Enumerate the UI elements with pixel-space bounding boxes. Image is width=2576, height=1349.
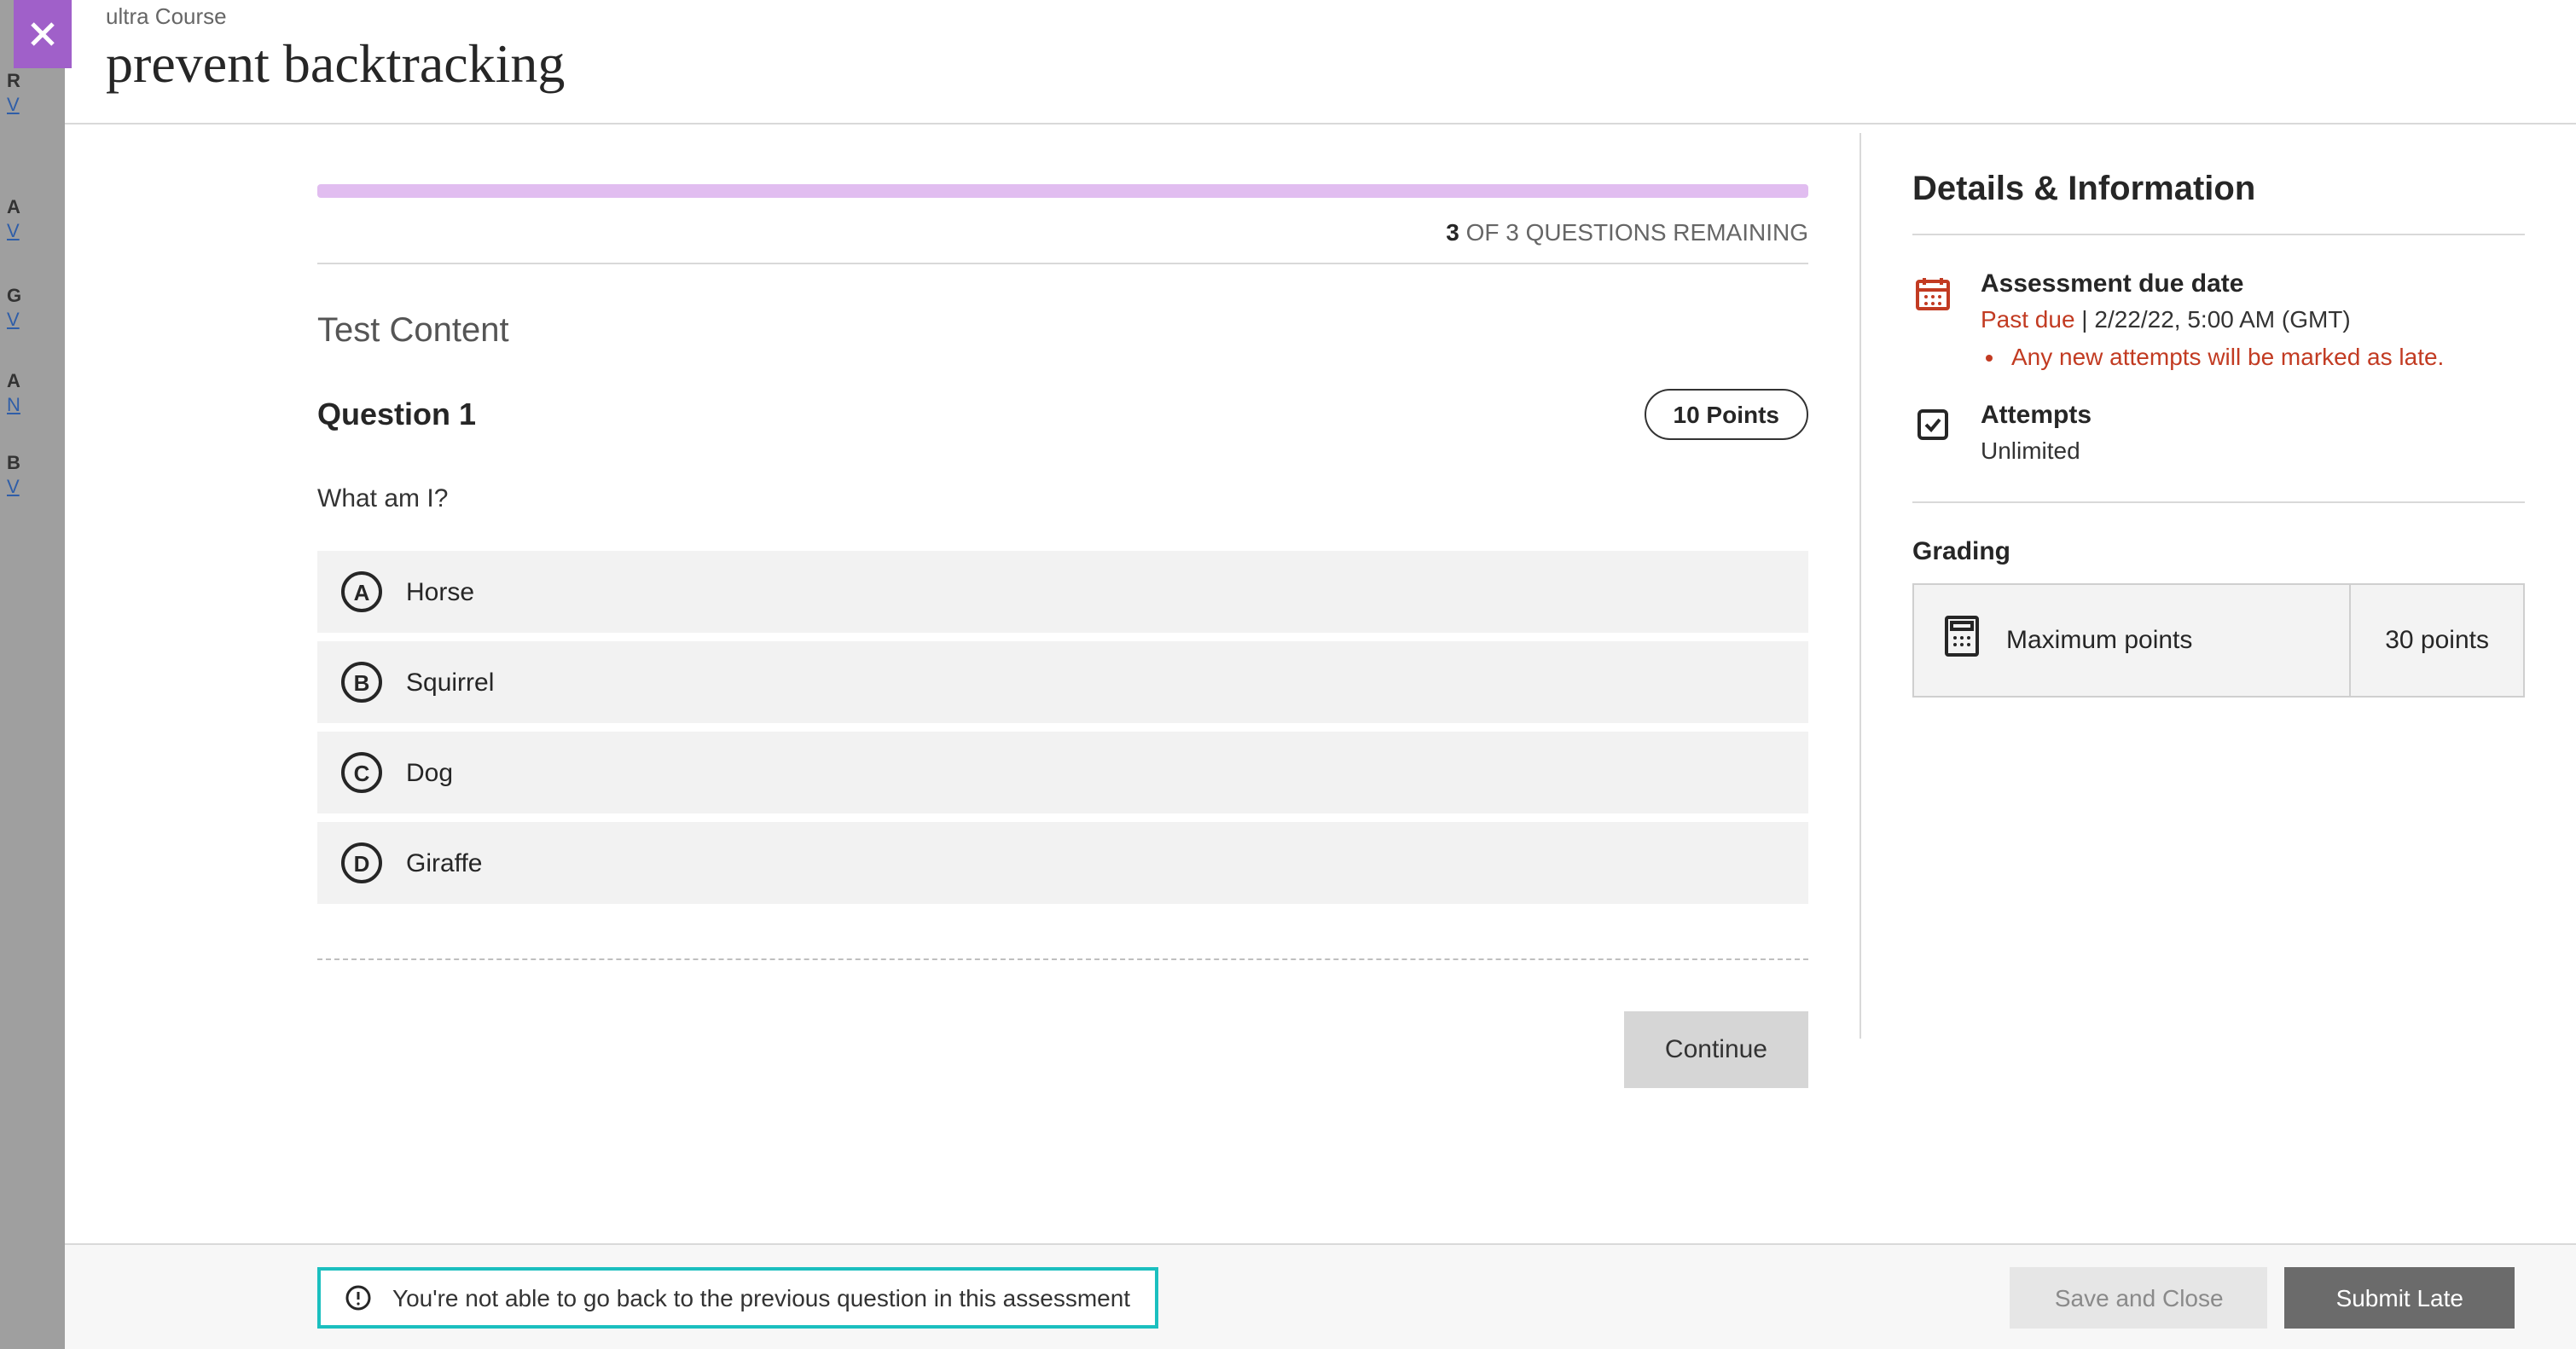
question-prompt: What am I? (317, 484, 1808, 513)
due-sub: Past due | 2/22/22, 5:00 AM (GMT) (1981, 305, 2525, 333)
bg-nav-item: R V (7, 72, 65, 116)
option-letter: A (341, 571, 382, 612)
progress-current: 3 (1446, 218, 1459, 246)
calendar-icon (1912, 269, 1957, 370)
background-nav-strip: R V A V G V A N B V (0, 0, 65, 1349)
close-button[interactable] (14, 0, 72, 68)
breadcrumb: ultra Course (106, 3, 2576, 29)
grading-label: Grading (1912, 537, 2525, 566)
bg-nav-link: V (7, 96, 65, 116)
due-sep: | (2075, 305, 2095, 333)
maxpoints-value: 30 points (2349, 585, 2523, 696)
checklist-icon (1912, 401, 1957, 464)
points-pill: 10 Points (1645, 389, 1809, 440)
close-icon (27, 19, 58, 49)
option-text: Dog (406, 758, 453, 787)
answer-option[interactable]: C Dog (317, 732, 1808, 813)
divider (1912, 234, 2525, 235)
info-icon (345, 1283, 372, 1311)
progress-text: 3 OF 3 QUESTIONS REMAINING (317, 218, 1808, 264)
grading-icon (1938, 612, 1986, 669)
main-column: 3 OF 3 QUESTIONS REMAINING Test Content … (65, 133, 1859, 1243)
save-close-button[interactable]: Save and Close (2010, 1266, 2268, 1328)
attempts-block: Attempts Unlimited (1912, 401, 2525, 464)
bg-nav-link: V (7, 478, 65, 498)
bg-nav-label: A (7, 198, 65, 218)
progress-bar (317, 184, 1808, 198)
bg-nav-item: A N (7, 372, 65, 416)
sidebar-title: Details & Information (1912, 171, 2525, 210)
option-text: Squirrel (406, 668, 494, 697)
bg-nav-label: R (7, 72, 65, 92)
maxpoints-label: Maximum points (2006, 626, 2192, 655)
page-title: prevent backtracking (106, 32, 2576, 96)
answer-option[interactable]: A Horse (317, 551, 1808, 633)
bg-nav-link: V (7, 310, 65, 331)
option-letter: C (341, 752, 382, 793)
bg-nav-item: A V (7, 198, 65, 242)
bg-nav-label: A (7, 372, 65, 392)
due-date: 2/22/22, 5:00 AM (GMT) (2094, 305, 2350, 333)
due-head: Assessment due date (1981, 269, 2525, 298)
bg-nav-label: G (7, 287, 65, 307)
attempts-value: Unlimited (1981, 437, 2525, 464)
notice-text: You're not able to go back to the previo… (392, 1283, 1130, 1311)
divider (1912, 501, 2525, 503)
bg-nav-link: N (7, 396, 65, 416)
answer-option[interactable]: B Squirrel (317, 641, 1808, 723)
section-title: Test Content (317, 312, 1808, 351)
late-warning: Any new attempts will be marked as late. (2011, 343, 2525, 370)
progress-suffix: OF 3 QUESTIONS REMAINING (1459, 218, 1808, 246)
bg-nav-link: V (7, 222, 65, 242)
sidebar: Details & Information Assessment due dat… (1859, 133, 2576, 1039)
bg-nav-item: B V (7, 454, 65, 498)
option-text: Giraffe (406, 848, 483, 877)
due-date-block: Assessment due date Past due | 2/22/22, … (1912, 269, 2525, 370)
attempts-head: Attempts (1981, 401, 2525, 430)
footer: You're not able to go back to the previo… (65, 1243, 2576, 1349)
past-due-label: Past due (1981, 305, 2075, 333)
header: ultra Course prevent backtracking (65, 0, 2576, 124)
question-label: Question 1 (317, 397, 476, 432)
grading-box: Maximum points 30 points (1912, 583, 2525, 698)
option-letter: D (341, 842, 382, 883)
bg-nav-label: B (7, 454, 65, 474)
option-text: Horse (406, 577, 474, 606)
divider (317, 958, 1808, 960)
bg-nav-item: G V (7, 287, 65, 331)
no-backtrack-notice: You're not able to go back to the previo… (317, 1266, 1157, 1328)
submit-late-button[interactable]: Submit Late (2285, 1266, 2515, 1328)
answer-option[interactable]: D Giraffe (317, 822, 1808, 904)
option-letter: B (341, 662, 382, 703)
late-warning-list: Any new attempts will be marked as late. (2011, 343, 2525, 370)
continue-button[interactable]: Continue (1624, 1011, 1808, 1088)
